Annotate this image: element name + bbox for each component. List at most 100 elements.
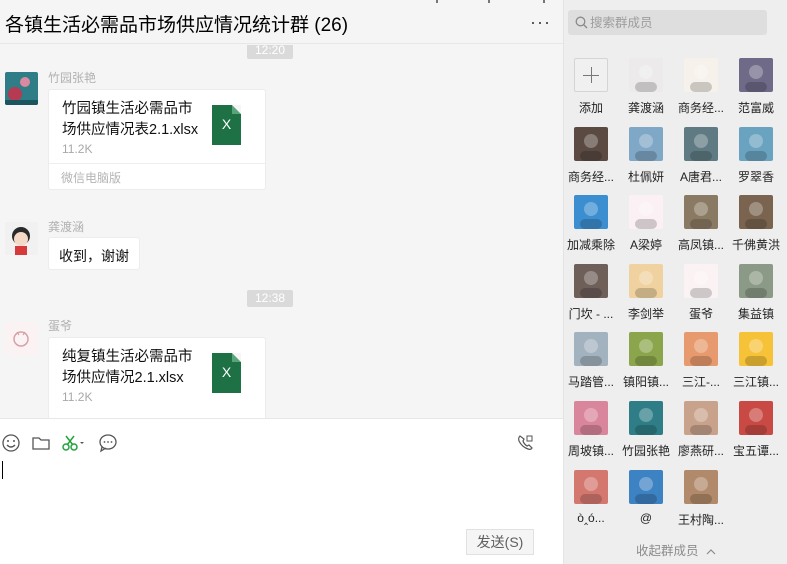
video-call-icon[interactable] <box>516 433 536 453</box>
member-item[interactable]: 商务经... <box>674 58 728 120</box>
sender-name: 龚渡涵 <box>48 220 85 234</box>
member-item[interactable]: 周坡镇... <box>564 401 618 463</box>
member-name: 周坡镇... <box>567 444 614 458</box>
member-item[interactable]: 廖燕研... <box>674 401 728 463</box>
member-name: 宝五谭... <box>732 444 779 458</box>
member-item[interactable]: 马踏管... <box>564 332 618 394</box>
member-item[interactable]: 门坎 - ... <box>564 264 618 326</box>
sender-name: 蛋爷 <box>48 319 73 333</box>
member-name: 千佛黄洪 <box>731 238 780 252</box>
member-name: 集益镇 <box>737 307 774 321</box>
member-avatar <box>629 195 663 229</box>
timestamp: 12:20 <box>247 45 294 59</box>
more-options-button[interactable]: ··· <box>530 12 551 32</box>
member-name: 罗翠香 <box>737 170 774 184</box>
file-message[interactable]: 竹园镇生活必需品市场供应情况表2.1.xlsx 11.2K X 微信电脑版 <box>48 89 266 190</box>
member-name: A唐君... <box>679 170 722 184</box>
member-name: 范富威 <box>737 101 774 115</box>
text-message[interactable]: 收到，谢谢 <box>48 237 140 270</box>
member-item[interactable]: 加减乘除 <box>564 195 618 257</box>
avatar[interactable] <box>5 222 38 255</box>
search-icon <box>575 16 588 29</box>
member-item[interactable]: A梁婷 <box>619 195 673 257</box>
member-name: @ <box>639 511 653 525</box>
member-avatar <box>629 401 663 435</box>
send-button[interactable]: 发送(S) <box>466 529 534 555</box>
member-name: 廖燕研... <box>677 444 724 458</box>
member-item[interactable]: 宝五谭... <box>729 401 783 463</box>
member-item[interactable]: 龚渡涵 <box>619 58 673 120</box>
scissors-icon[interactable] <box>61 433 87 453</box>
member-avatar <box>739 58 773 92</box>
member-name: 杜佩妍 <box>627 170 664 184</box>
excel-file-icon: X <box>212 353 241 393</box>
member-name: 龚渡涵 <box>627 101 664 115</box>
member-item[interactable]: 范富威 <box>729 58 783 120</box>
member-name: 蛋爷 <box>688 307 713 321</box>
emoji-icon[interactable] <box>1 433 21 453</box>
add-icon <box>574 58 608 92</box>
member-name: 王村陶... <box>677 513 724 527</box>
member-name: ò‸ó... <box>577 511 605 525</box>
member-name: 马踏管... <box>567 375 614 389</box>
avatar-image-icon <box>5 72 38 105</box>
member-item[interactable]: 王村陶... <box>674 470 728 532</box>
member-name: 三江镇... <box>732 375 779 389</box>
member-item[interactable]: A唐君... <box>674 127 728 189</box>
message-list[interactable]: 12:20 竹园张艳 竹园镇生活必需品市场供应情况表2.1.xlsx 11.2K… <box>0 45 563 418</box>
chat-title: 各镇生活必需品市场供应情况统计群 (26) <box>5 15 349 36</box>
member-avatar <box>684 195 718 229</box>
member-avatar <box>629 470 663 504</box>
member-name: 添加 <box>578 101 603 115</box>
member-search-input[interactable] <box>590 10 760 35</box>
member-avatar <box>684 264 718 298</box>
member-avatar <box>684 470 718 504</box>
member-item[interactable]: 千佛黄洪 <box>729 195 783 257</box>
member-name: 门坎 - ... <box>568 307 614 321</box>
member-avatar <box>684 58 718 92</box>
member-item[interactable]: 李剑举 <box>619 264 673 326</box>
member-item[interactable]: 竹园张艳 <box>619 401 673 463</box>
member-item[interactable]: 集益镇 <box>729 264 783 326</box>
file-source: 微信电脑版 <box>49 163 265 189</box>
avatar-image-icon <box>5 322 38 355</box>
file-size: 11.2K <box>62 390 93 404</box>
member-item[interactable]: 商务经... <box>564 127 618 189</box>
member-name: 镇阳镇... <box>622 375 669 389</box>
member-name: 商务经... <box>677 101 724 115</box>
chat-bubble-icon[interactable] <box>98 433 118 453</box>
member-item[interactable]: ò‸ó... <box>564 470 618 532</box>
member-item[interactable]: @ <box>619 470 673 532</box>
member-item[interactable]: 高凤镇... <box>674 195 728 257</box>
member-item[interactable]: 罗翠香 <box>729 127 783 189</box>
file-size: 11.2K <box>62 142 93 156</box>
member-name: 李剑举 <box>627 307 664 321</box>
chevron-up-icon <box>706 544 716 558</box>
avatar[interactable] <box>5 322 38 355</box>
add-member-button[interactable]: 添加 <box>564 58 618 120</box>
member-avatar <box>739 264 773 298</box>
file-message[interactable]: 纯复镇生活必需品市场供应情况2.1.xlsx 11.2K X <box>48 337 266 418</box>
member-avatar <box>574 264 608 298</box>
file-name: 纯复镇生活必需品市场供应情况2.1.xlsx <box>62 349 193 386</box>
member-item[interactable]: 杜佩妍 <box>619 127 673 189</box>
member-avatar <box>684 332 718 366</box>
member-avatar <box>574 127 608 161</box>
sender-name: 竹园张艳 <box>48 71 97 85</box>
member-name: 竹园张艳 <box>621 444 670 458</box>
avatar[interactable] <box>5 72 38 105</box>
member-item[interactable]: 三江镇... <box>729 332 783 394</box>
member-name: 加减乘除 <box>566 238 615 252</box>
member-item[interactable]: 蛋爷 <box>674 264 728 326</box>
member-avatar <box>574 470 608 504</box>
member-item[interactable]: 三江-... <box>674 332 728 394</box>
member-item[interactable]: 镇阳镇... <box>619 332 673 394</box>
member-search-box[interactable] <box>568 10 767 35</box>
member-name: A梁婷 <box>629 238 662 252</box>
collapse-members-button[interactable]: 收起群成员 <box>564 540 787 559</box>
member-avatar <box>574 401 608 435</box>
member-avatar <box>739 401 773 435</box>
text-caret <box>2 461 3 479</box>
excel-file-icon: X <box>212 105 241 145</box>
folder-icon[interactable] <box>31 433 51 453</box>
